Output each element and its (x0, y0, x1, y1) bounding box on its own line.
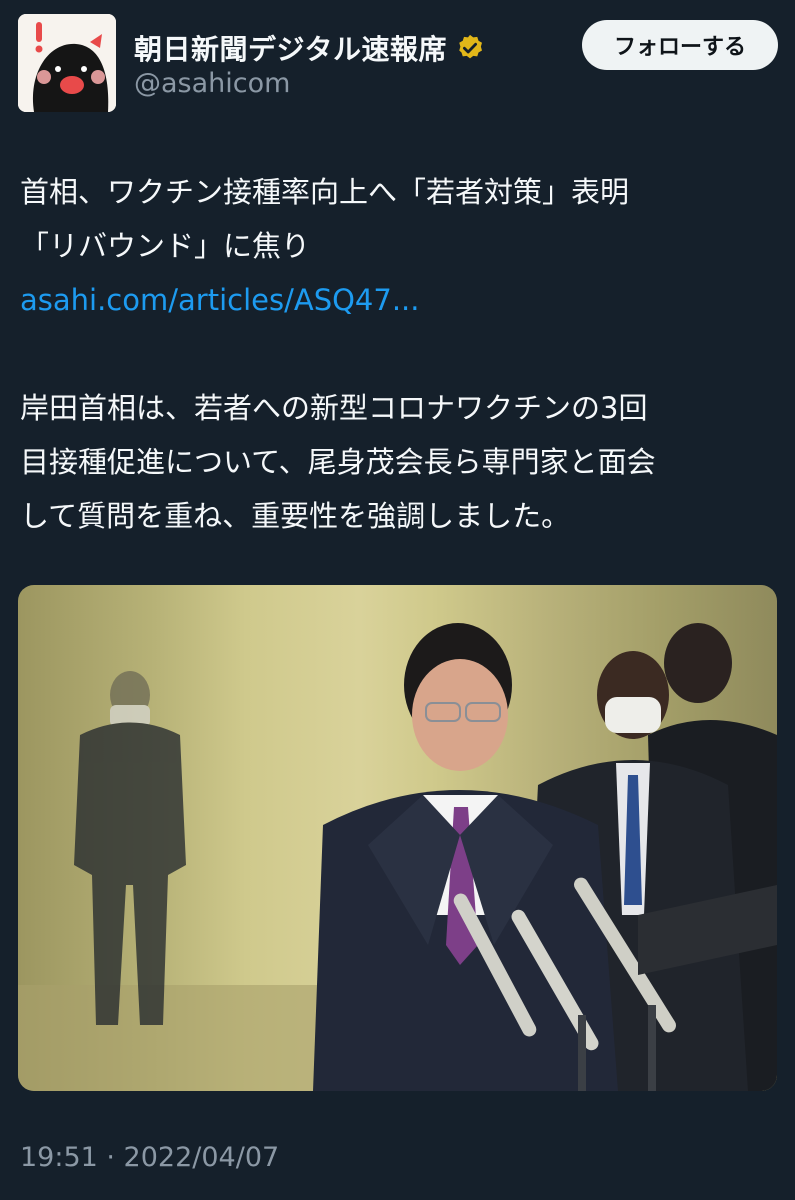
author-display-name[interactable]: 朝日新聞デジタル速報席 (134, 28, 447, 68)
tweet-text: 首相、ワクチン接種率向上へ「若者対策」表明 「リバウンド」に焦り asahi.c… (20, 165, 780, 543)
author-name-row: 朝日新聞デジタル速報席 (134, 28, 485, 68)
background-person (74, 671, 186, 1025)
black-bird-mascot-icon (18, 14, 116, 112)
author-avatar[interactable] (18, 14, 116, 112)
tweet-header: 朝日新聞デジタル速報席 @asahicom フォローする (18, 14, 778, 114)
tweet-headline-line: 「リバウンド」に焦り (20, 229, 311, 263)
tweet-body-line: 目接種促進について、尾身茂会長ら専門家と面会 (20, 445, 656, 479)
tweet-headline-line: 首相、ワクチン接種率向上へ「若者対策」表明 (20, 175, 630, 209)
tweet-body-line: 岸田首相は、若者への新型コロナワクチンの3回 (20, 391, 648, 425)
tweet-timestamp[interactable]: 19:51 · 2022/04/07 (20, 1142, 279, 1173)
follow-button[interactable]: フォローする (582, 20, 778, 70)
author-handle[interactable]: @asahicom (134, 68, 290, 99)
tweet-photo[interactable] (18, 585, 777, 1091)
tweet-body-line: して質問を重ね、重要性を強調しました。 (20, 499, 571, 533)
article-link[interactable]: asahi.com/articles/ASQ47... (20, 273, 780, 327)
verified-badge-icon (459, 34, 482, 59)
press-conference-photo (18, 623, 777, 1091)
